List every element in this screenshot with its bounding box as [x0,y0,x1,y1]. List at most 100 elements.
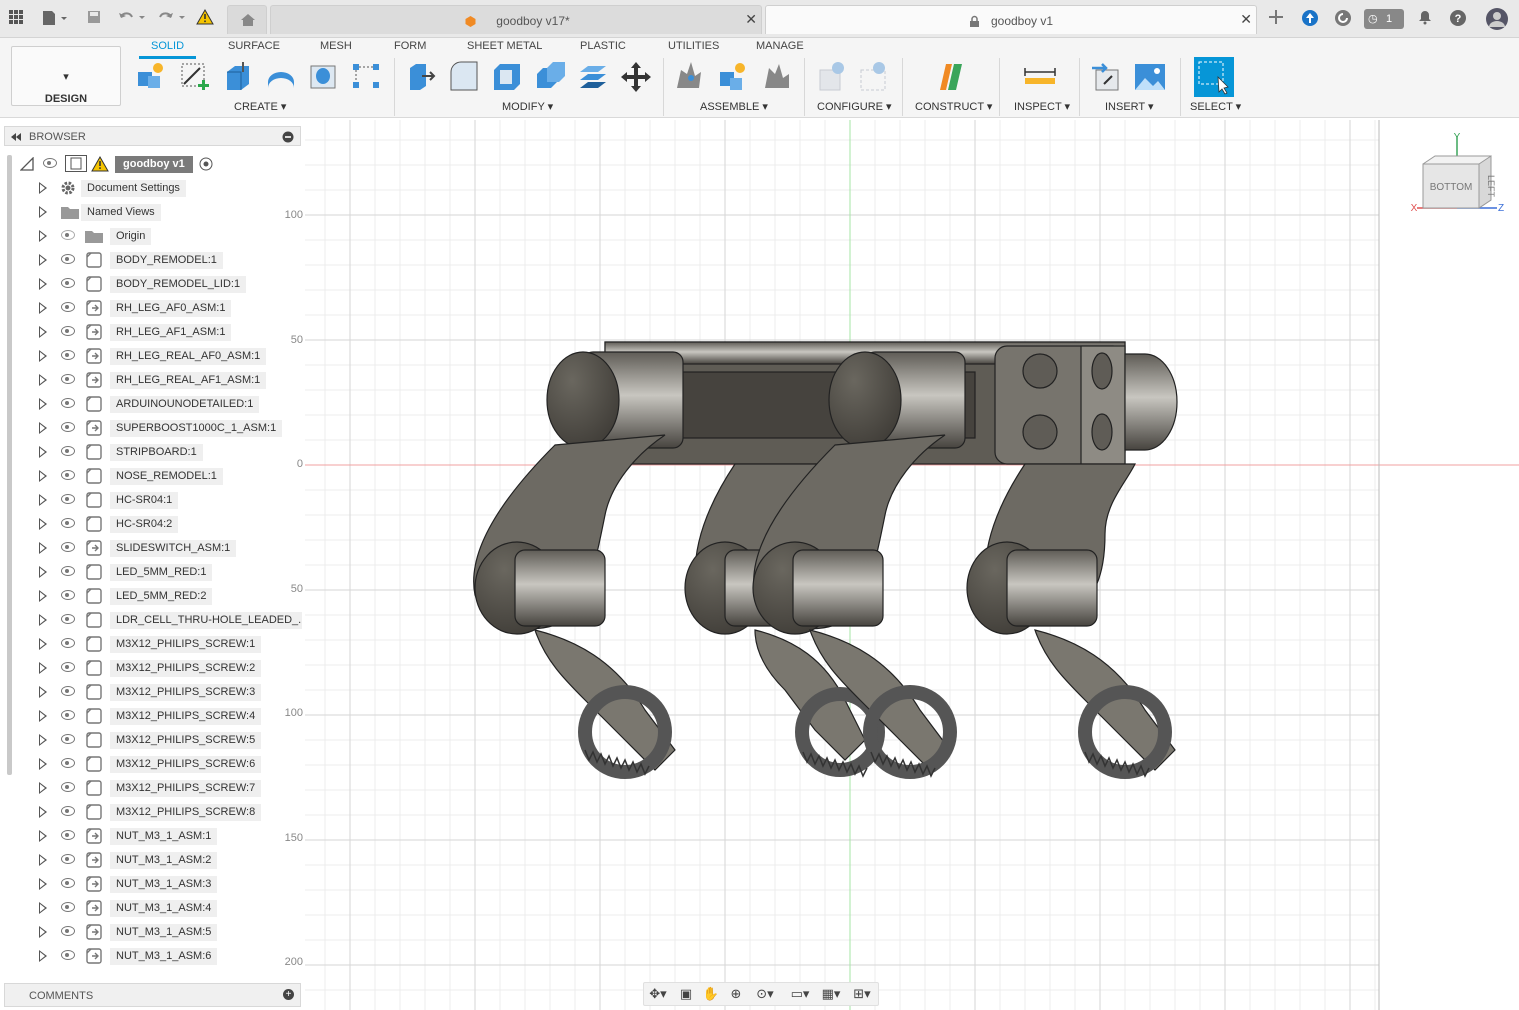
pan-icon[interactable]: ✋ [702,986,720,1002]
expand-arrow-icon[interactable] [39,590,47,602]
look-at-icon[interactable]: ▣ [677,986,695,1002]
visibility-eye-icon[interactable] [61,710,75,720]
visibility-eye-icon[interactable] [61,782,75,792]
visibility-eye-icon[interactable] [61,830,75,840]
viewports-icon[interactable]: ⊞▾ [849,986,875,1002]
tree-item-row[interactable]: RH_LEG_AF0_ASM:1 [0,296,305,320]
visibility-eye-icon[interactable] [61,590,75,600]
avatar[interactable] [1485,7,1509,31]
tree-item-row[interactable]: M3X12_PHILIPS_SCREW:1 [0,632,305,656]
tree-item-row[interactable]: M3X12_PHILIPS_SCREW:2 [0,656,305,680]
expand-arrow-icon[interactable] [39,854,47,866]
tab-goodboy-v1[interactable]: goodboy v1 ✕ [765,5,1257,34]
help-icon[interactable]: ? [1448,9,1468,29]
construct-menu[interactable]: CONSTRUCT ▾ [915,100,992,113]
modify-menu[interactable]: MODIFY ▾ [502,100,553,113]
expand-arrow-icon[interactable] [39,638,47,650]
visibility-eye-icon[interactable] [61,470,75,480]
visibility-eye-icon[interactable] [61,926,75,936]
tree-item-row[interactable]: LDR_CELL_THRU-HOLE_LEADED_... [0,608,305,632]
insert-menu[interactable]: INSERT ▾ [1105,100,1154,113]
expand-arrow-icon[interactable] [39,422,47,434]
expand-arrow-icon[interactable] [39,470,47,482]
expand-arrow-icon[interactable] [39,950,47,962]
grid-settings-icon[interactable]: ▦▾ [818,986,844,1002]
expand-arrow-icon[interactable] [39,542,47,554]
undo-icon[interactable] [116,9,150,29]
visibility-eye-icon[interactable] [61,614,75,624]
tree-root-row[interactable]: goodboy v1 [0,152,305,176]
configure-icon[interactable] [816,60,850,94]
tree-item-row[interactable]: NUT_M3_1_ASM:3 [0,872,305,896]
visibility-eye-icon[interactable] [61,326,75,336]
expand-arrow-icon[interactable] [39,230,47,242]
tree-item-row[interactable]: M3X12_PHILIPS_SCREW:8 [0,800,305,824]
job-status-icon[interactable] [1333,9,1353,29]
expand-arrow-icon[interactable] [39,902,47,914]
expand-arrow-icon[interactable] [39,518,47,530]
configure-menu[interactable]: CONFIGURE ▾ [817,100,892,113]
visibility-eye-icon[interactable] [61,422,75,432]
visibility-eye-icon[interactable] [61,398,75,408]
tree-item-row[interactable]: Origin [0,224,305,248]
redo-icon[interactable] [156,9,190,29]
viewport-canvas[interactable]: 100 50 0 50 100 150 200 [285,120,1519,1010]
close-tab-icon[interactable]: ✕ [1240,11,1252,28]
tab-plastic[interactable]: PLASTIC [580,40,626,52]
visibility-eye-icon[interactable] [61,566,75,576]
root-label[interactable]: goodboy v1 [115,156,193,173]
tree-item-row[interactable]: M3X12_PHILIPS_SCREW:7 [0,776,305,800]
expand-arrow-icon[interactable] [39,878,47,890]
new-component-icon[interactable] [134,60,168,94]
expand-arrow-icon[interactable] [39,182,47,194]
tab-form[interactable]: FORM [394,40,426,52]
visibility-eye-icon[interactable] [61,278,75,288]
offset-face-icon[interactable] [576,60,610,94]
tab-utilities[interactable]: UTILITIES [668,40,719,52]
tree-item-row[interactable]: LED_5MM_RED:2 [0,584,305,608]
expand-arrow-icon[interactable] [39,350,47,362]
fillet-icon[interactable] [447,60,481,94]
save-icon[interactable] [84,9,104,29]
visibility-eye-icon[interactable] [43,158,57,168]
select-menu[interactable]: SELECT ▾ [1190,100,1241,113]
visibility-eye-icon[interactable] [61,254,75,264]
visibility-eye-icon[interactable] [61,734,75,744]
tree-item-row[interactable]: ARDUINOUNODETAILED:1 [0,392,305,416]
tree-item-row[interactable]: Named Views [0,200,305,224]
shell-icon[interactable] [490,60,524,94]
tree-item-row[interactable]: BODY_REMODEL:1 [0,248,305,272]
visibility-eye-icon[interactable] [61,542,75,552]
insert-canvas-icon[interactable] [1133,60,1167,94]
app-grid-icon[interactable] [6,9,26,29]
extensions-icon[interactable] [1300,9,1320,29]
expand-arrow-icon[interactable] [39,254,47,266]
view-cube[interactable]: BOTTOM LEFT Y X Z [1405,128,1515,223]
tab-solid[interactable]: SOLID [138,40,197,59]
hole-icon[interactable] [307,60,341,94]
expand-arrow-icon[interactable] [39,206,47,218]
assemble-menu[interactable]: ASSEMBLE ▾ [700,100,768,113]
select-icon[interactable] [1194,57,1234,97]
notifications-icon[interactable] [1415,9,1435,29]
activate-radio-icon[interactable] [199,157,213,171]
expand-arrow-icon[interactable] [39,278,47,290]
tab-surface[interactable]: SURFACE [228,40,280,52]
tab-goodboy-v17[interactable]: goodboy v17* ✕ [270,5,762,34]
file-menu-icon[interactable] [40,9,70,29]
expand-arrow-icon[interactable] [39,446,47,458]
expand-arrow-icon[interactable] [39,566,47,578]
visibility-eye-icon[interactable] [61,758,75,768]
workspace-switcher[interactable]: DESIGN ▾ [11,46,121,106]
new-tab-icon[interactable] [1266,9,1286,29]
tree-item-row[interactable]: M3X12_PHILIPS_SCREW:4 [0,704,305,728]
press-pull-icon[interactable] [404,60,438,94]
tree-item-row[interactable]: NUT_M3_1_ASM:5 [0,920,305,944]
tree-item-row[interactable]: SLIDESWITCH_ASM:1 [0,536,305,560]
tree-item-row[interactable]: M3X12_PHILIPS_SCREW:6 [0,752,305,776]
visibility-eye-icon[interactable] [61,686,75,696]
tree-item-row[interactable]: BODY_REMODEL_LID:1 [0,272,305,296]
tree-item-row[interactable]: NUT_M3_1_ASM:1 [0,824,305,848]
visibility-eye-icon[interactable] [61,302,75,312]
warning-icon[interactable] [195,8,215,29]
